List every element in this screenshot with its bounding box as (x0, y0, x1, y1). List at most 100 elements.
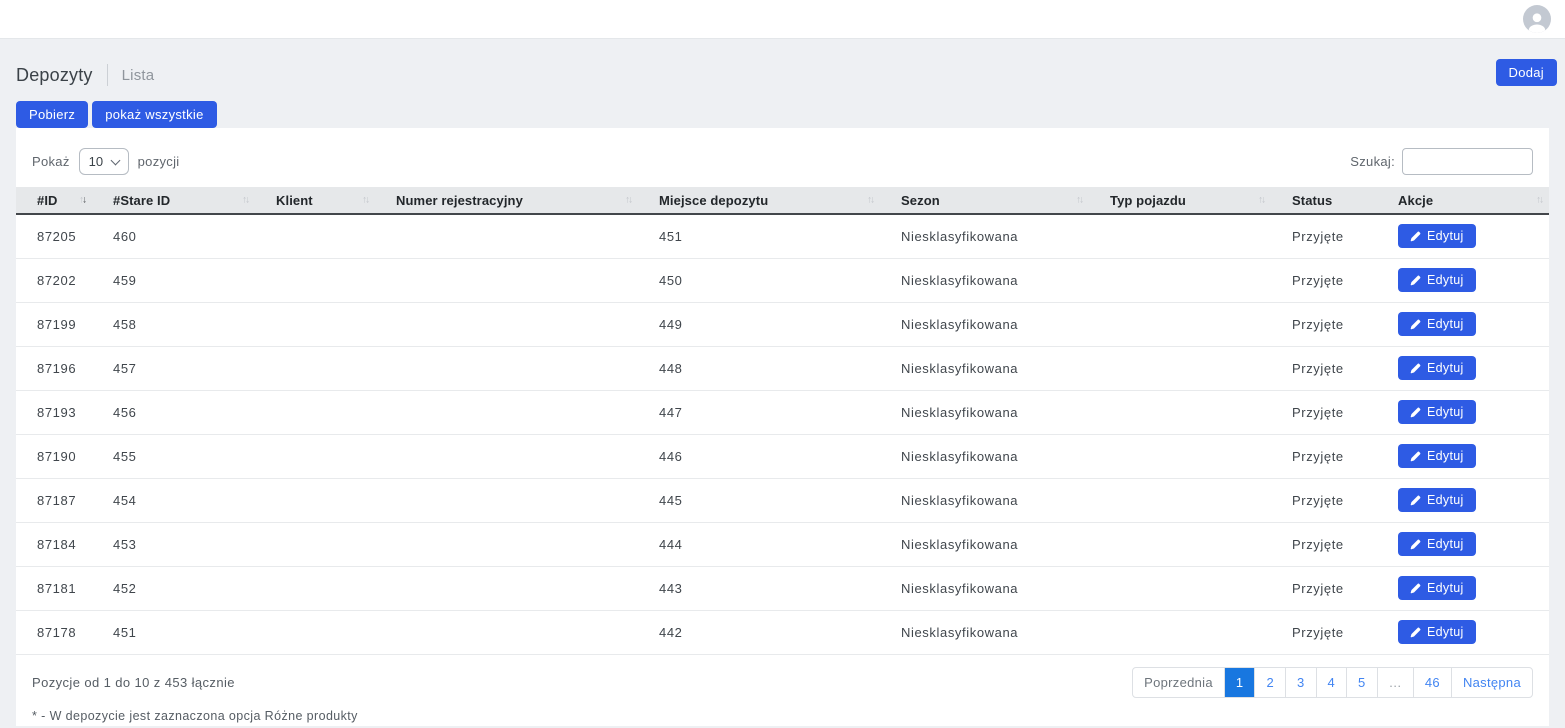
cell-old-id: 454 (92, 478, 255, 522)
page-length-control: Pokaż 10 pozycji (32, 148, 179, 175)
cell-old-id: 453 (92, 522, 255, 566)
column-header-sezon[interactable]: Sezon↑↓ (880, 187, 1089, 214)
column-label: Numer rejestracyjny (396, 193, 523, 208)
column-label: Akcje (1398, 193, 1433, 208)
user-avatar-button[interactable] (1523, 5, 1551, 33)
cell-deposit-place: 451 (638, 214, 880, 258)
cell-status: Przyjęte (1271, 566, 1377, 610)
pagination-page-4[interactable]: 4 (1316, 668, 1347, 697)
pagination-previous[interactable]: Poprzednia (1133, 668, 1224, 697)
cell-reg-number (375, 390, 638, 434)
pagination-page-2[interactable]: 2 (1254, 668, 1285, 697)
pagination-info: Pozycje od 1 do 10 z 453 łącznie (32, 675, 235, 690)
cell-old-id: 460 (92, 214, 255, 258)
page-size-select[interactable]: 10 (79, 148, 129, 175)
footnote: * - W depozycie jest zaznaczona opcja Ró… (16, 698, 1549, 728)
cell-reg-number (375, 214, 638, 258)
column-header-akcje[interactable]: Akcje↑↓ (1377, 187, 1549, 214)
column-header-miejsce-depozytu[interactable]: Miejsce depozytu↑↓ (638, 187, 880, 214)
cell-vehicle-type (1089, 214, 1271, 258)
edit-button[interactable]: Edytuj (1398, 356, 1476, 380)
pencil-icon (1410, 539, 1421, 550)
add-button[interactable]: Dodaj (1496, 59, 1557, 86)
pagination-page-3[interactable]: 3 (1285, 668, 1316, 697)
edit-button[interactable]: Edytuj (1398, 532, 1476, 556)
table-row: 87202459450NiesklasyfikowanaPrzyjęteEdyt… (16, 258, 1549, 302)
column-header-id[interactable]: #ID↑↓ (16, 187, 92, 214)
title-divider (107, 64, 108, 86)
pagination-next[interactable]: Następna (1451, 668, 1532, 697)
cell-vehicle-type (1089, 434, 1271, 478)
cell-deposit-place: 449 (638, 302, 880, 346)
cell-season: Niesklasyfikowana (880, 566, 1089, 610)
pencil-icon (1410, 231, 1421, 242)
download-button[interactable]: Pobierz (16, 101, 88, 128)
cell-client (255, 434, 375, 478)
cell-reg-number (375, 522, 638, 566)
cell-actions: Edytuj (1377, 610, 1549, 654)
table-row: 87178451442NiesklasyfikowanaPrzyjęteEdyt… (16, 610, 1549, 654)
column-header-typ-pojazdu[interactable]: Typ pojazdu↑↓ (1089, 187, 1271, 214)
edit-button-label: Edytuj (1427, 361, 1464, 375)
cell-deposit-place: 445 (638, 478, 880, 522)
cell-vehicle-type (1089, 610, 1271, 654)
cell-reg-number (375, 566, 638, 610)
column-label: Status (1292, 193, 1332, 208)
cell-vehicle-type (1089, 390, 1271, 434)
edit-button[interactable]: Edytuj (1398, 488, 1476, 512)
edit-button-label: Edytuj (1427, 405, 1464, 419)
cell-old-id: 452 (92, 566, 255, 610)
cell-deposit-place: 446 (638, 434, 880, 478)
pagination-page-1[interactable]: 1 (1224, 668, 1255, 697)
topbar (0, 0, 1565, 39)
cell-old-id: 451 (92, 610, 255, 654)
table-controls: Pokaż 10 pozycji Szukaj: (16, 128, 1549, 187)
cell-actions: Edytuj (1377, 346, 1549, 390)
cell-actions: Edytuj (1377, 302, 1549, 346)
cell-status: Przyjęte (1271, 390, 1377, 434)
cell-id: 87193 (16, 390, 92, 434)
edit-button-label: Edytuj (1427, 229, 1464, 243)
column-header-status[interactable]: Status (1271, 187, 1377, 214)
table-row: 87196457448NiesklasyfikowanaPrzyjęteEdyt… (16, 346, 1549, 390)
sort-icon: ↑↓ (1258, 195, 1264, 206)
edit-button[interactable]: Edytuj (1398, 224, 1476, 248)
cell-vehicle-type (1089, 346, 1271, 390)
cell-status: Przyjęte (1271, 214, 1377, 258)
show-all-button[interactable]: pokaż wszystkie (92, 101, 216, 128)
table-row: 87199458449NiesklasyfikowanaPrzyjęteEdyt… (16, 302, 1549, 346)
table-card: Pokaż 10 pozycji Szukaj: #ID↑↓#Stare ID↑… (16, 128, 1549, 726)
cell-vehicle-type (1089, 478, 1271, 522)
cell-actions: Edytuj (1377, 214, 1549, 258)
cell-deposit-place: 443 (638, 566, 880, 610)
cell-old-id: 457 (92, 346, 255, 390)
edit-button[interactable]: Edytuj (1398, 268, 1476, 292)
cell-season: Niesklasyfikowana (880, 346, 1089, 390)
search-input[interactable] (1402, 148, 1533, 175)
column-header-klient[interactable]: Klient↑↓ (255, 187, 375, 214)
show-label: Pokaż (32, 154, 70, 169)
pencil-icon (1410, 583, 1421, 594)
pencil-icon (1410, 627, 1421, 638)
edit-button[interactable]: Edytuj (1398, 620, 1476, 644)
edit-button[interactable]: Edytuj (1398, 576, 1476, 600)
column-header-stare-id[interactable]: #Stare ID↑↓ (92, 187, 255, 214)
cell-season: Niesklasyfikowana (880, 478, 1089, 522)
cell-old-id: 458 (92, 302, 255, 346)
cell-id: 87199 (16, 302, 92, 346)
cell-status: Przyjęte (1271, 434, 1377, 478)
edit-button[interactable]: Edytuj (1398, 312, 1476, 336)
edit-button[interactable]: Edytuj (1398, 444, 1476, 468)
pencil-icon (1410, 451, 1421, 462)
cell-client (255, 390, 375, 434)
cell-reg-number (375, 302, 638, 346)
column-label: Miejsce depozytu (659, 193, 768, 208)
column-header-numer-rejestracyjny[interactable]: Numer rejestracyjny↑↓ (375, 187, 638, 214)
cell-vehicle-type (1089, 302, 1271, 346)
pagination-page-46[interactable]: 46 (1413, 668, 1451, 697)
edit-button-label: Edytuj (1427, 581, 1464, 595)
edit-button[interactable]: Edytuj (1398, 400, 1476, 424)
cell-client (255, 522, 375, 566)
pagination-page-5[interactable]: 5 (1346, 668, 1377, 697)
cell-vehicle-type (1089, 258, 1271, 302)
